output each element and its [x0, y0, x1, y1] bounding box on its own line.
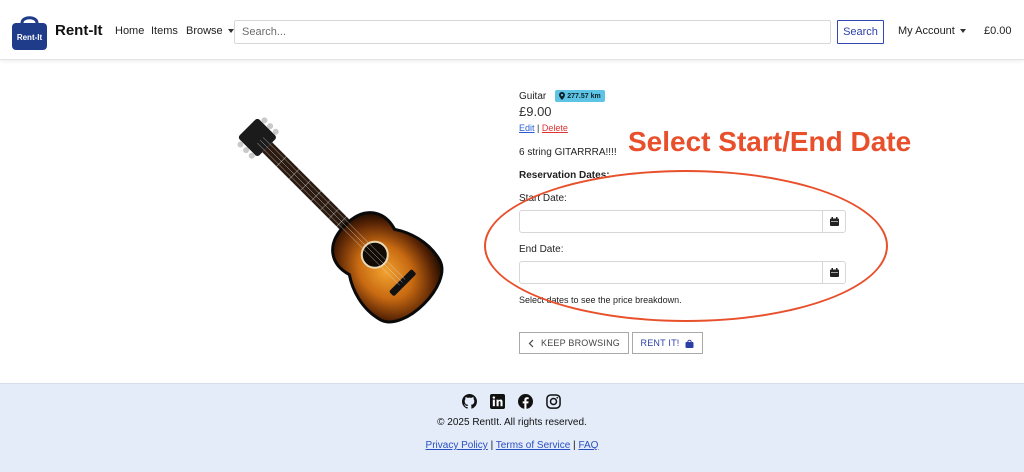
faq-link[interactable]: FAQ [578, 440, 598, 451]
chevron-left-icon [528, 339, 534, 347]
rent-it-button[interactable]: RENT IT! [632, 332, 703, 354]
delete-link[interactable]: Delete [542, 123, 568, 133]
caret-down-icon [227, 29, 234, 34]
logo-text: Rent-It [17, 33, 43, 42]
github-icon[interactable] [462, 394, 477, 409]
end-date-label: End Date: [519, 244, 564, 255]
distance-value: 277.57 km [567, 92, 601, 100]
product-image-guitar [237, 117, 444, 324]
start-date-label: Start Date: [519, 193, 567, 204]
terms-of-service-link[interactable]: Terms of Service [496, 440, 570, 451]
linkedin-icon[interactable] [490, 394, 505, 409]
nav-home[interactable]: Home [115, 25, 144, 37]
keep-browsing-button[interactable]: KEEP BROWSING [519, 332, 629, 354]
reservation-heading: Reservation Dates: [519, 170, 610, 181]
rent-it-logo[interactable]: Rent-It [11, 14, 48, 50]
my-account-dropdown[interactable]: My Account [898, 25, 966, 37]
edit-delete-separator: | [537, 123, 540, 133]
search-input[interactable] [234, 20, 831, 44]
edit-link[interactable]: Edit [519, 123, 535, 133]
annotation-label: Select Start/End Date [628, 126, 912, 157]
brand-name[interactable]: Rent-It [55, 22, 103, 39]
map-pin-icon [559, 92, 566, 100]
footer: © 2025 RentIt. All rights reserved. Priv… [0, 383, 1024, 472]
start-date-calendar-button[interactable] [822, 211, 845, 232]
search-button[interactable]: Search [837, 20, 884, 44]
rent-it-label: RENT IT! [640, 338, 680, 348]
nav-browse-dropdown[interactable]: Browse [186, 25, 234, 37]
footer-separator: | [573, 440, 576, 451]
distance-badge: 277.57 km [555, 90, 605, 102]
privacy-policy-link[interactable]: Privacy Policy [426, 440, 488, 451]
item-description: 6 string GITARRRA!!!! [519, 147, 617, 158]
navbar: Rent-It Rent-It Home Items Browse Search… [0, 0, 1024, 60]
item-price: £9.00 [519, 104, 552, 119]
instagram-icon[interactable] [546, 394, 561, 409]
nav-items[interactable]: Items [151, 25, 178, 37]
facebook-icon[interactable] [518, 394, 533, 409]
price-breakdown-hint: Select dates to see the price breakdown. [519, 295, 682, 305]
edit-delete-row: Edit | Delete [519, 123, 568, 133]
caret-down-icon [959, 29, 966, 34]
footer-links: Privacy Policy | Terms of Service | FAQ [0, 440, 1024, 451]
start-date-input[interactable] [519, 210, 846, 233]
end-date-calendar-button[interactable] [822, 262, 845, 283]
calendar-icon [829, 217, 839, 226]
item-title-row: Guitar 277.57 km [519, 90, 605, 102]
copyright-text: © 2025 RentIt. All rights reserved. [437, 417, 587, 428]
social-links [462, 394, 561, 409]
nav-browse-label: Browse [186, 25, 223, 37]
cart-total[interactable]: £0.00 [984, 25, 1012, 37]
keep-browsing-label: KEEP BROWSING [541, 338, 620, 348]
end-date-input[interactable] [519, 261, 846, 284]
my-account-label: My Account [898, 25, 955, 37]
footer-separator: | [490, 440, 494, 451]
shopping-bag-icon [685, 339, 694, 348]
calendar-icon [829, 268, 839, 277]
item-name: Guitar [519, 90, 547, 102]
